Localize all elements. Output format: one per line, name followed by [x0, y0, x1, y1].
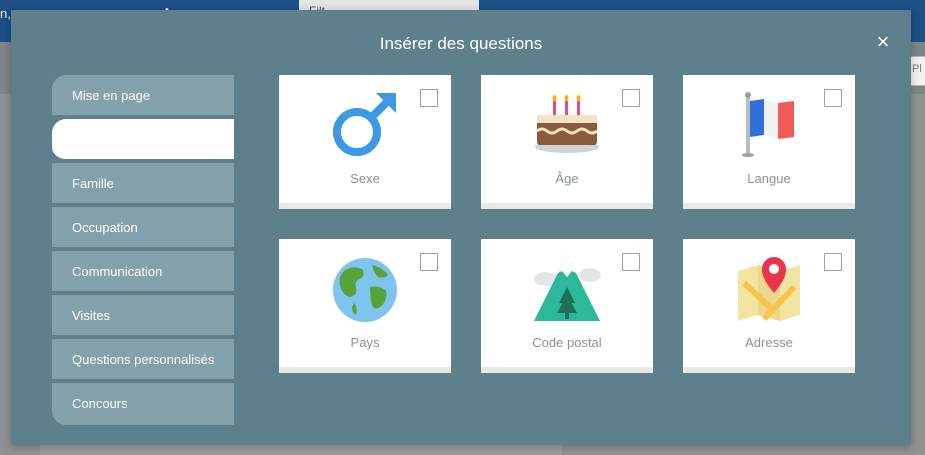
card-label: Sexe: [350, 171, 380, 186]
card-label: Langue: [747, 171, 791, 186]
sidebar-item-communication[interactable]: Communication: [52, 251, 234, 293]
age-checkbox[interactable]: [622, 89, 640, 107]
question-card-adresse[interactable]: Adresse: [683, 239, 855, 373]
insert-questions-modal: Insérer des questions × Mise en page Fam…: [11, 10, 911, 445]
globe-icon: [333, 258, 397, 322]
adresse-checkbox[interactable]: [824, 253, 842, 271]
pays-checkbox[interactable]: [420, 253, 438, 271]
card-label: Adresse: [745, 335, 793, 350]
code-postal-checkbox[interactable]: [622, 253, 640, 271]
sidebar-item-mise-en-page[interactable]: Mise en page: [52, 75, 234, 117]
modal-title: Insérer des questions: [379, 34, 543, 53]
sexe-checkbox[interactable]: [420, 89, 438, 107]
sidebar-item-concours[interactable]: Concours: [52, 383, 234, 425]
question-card-age[interactable]: Âge: [481, 75, 653, 209]
close-button[interactable]: ×: [873, 31, 893, 53]
question-card-pays[interactable]: Pays: [279, 239, 451, 373]
mountain-icon: [534, 255, 601, 321]
map-pin-icon: [738, 257, 800, 322]
background-header-text: n,: [0, 6, 11, 21]
sidebar-item-active[interactable]: [52, 119, 234, 161]
male-gender-icon: [333, 93, 396, 156]
french-flag-icon: [742, 92, 794, 157]
card-label: Pays: [350, 335, 380, 350]
category-sidebar: Mise en page Famille Occupation Communic…: [52, 75, 234, 425]
card-label: Âge: [555, 171, 579, 186]
sidebar-item-occupation[interactable]: Occupation: [52, 207, 234, 249]
sidebar-item-questions-personnalises[interactable]: Questions personnalisés: [52, 339, 234, 381]
sidebar-item-famille[interactable]: Famille: [52, 163, 234, 205]
question-card-code-postal[interactable]: Code postal: [481, 239, 653, 373]
langue-checkbox[interactable]: [824, 89, 842, 107]
birthday-cake-icon: [535, 95, 599, 153]
sidebar-item-visites[interactable]: Visites: [52, 295, 234, 337]
card-label: Code postal: [532, 335, 602, 350]
question-card-langue[interactable]: Langue: [683, 75, 855, 209]
question-card-sexe[interactable]: Sexe: [279, 75, 451, 209]
